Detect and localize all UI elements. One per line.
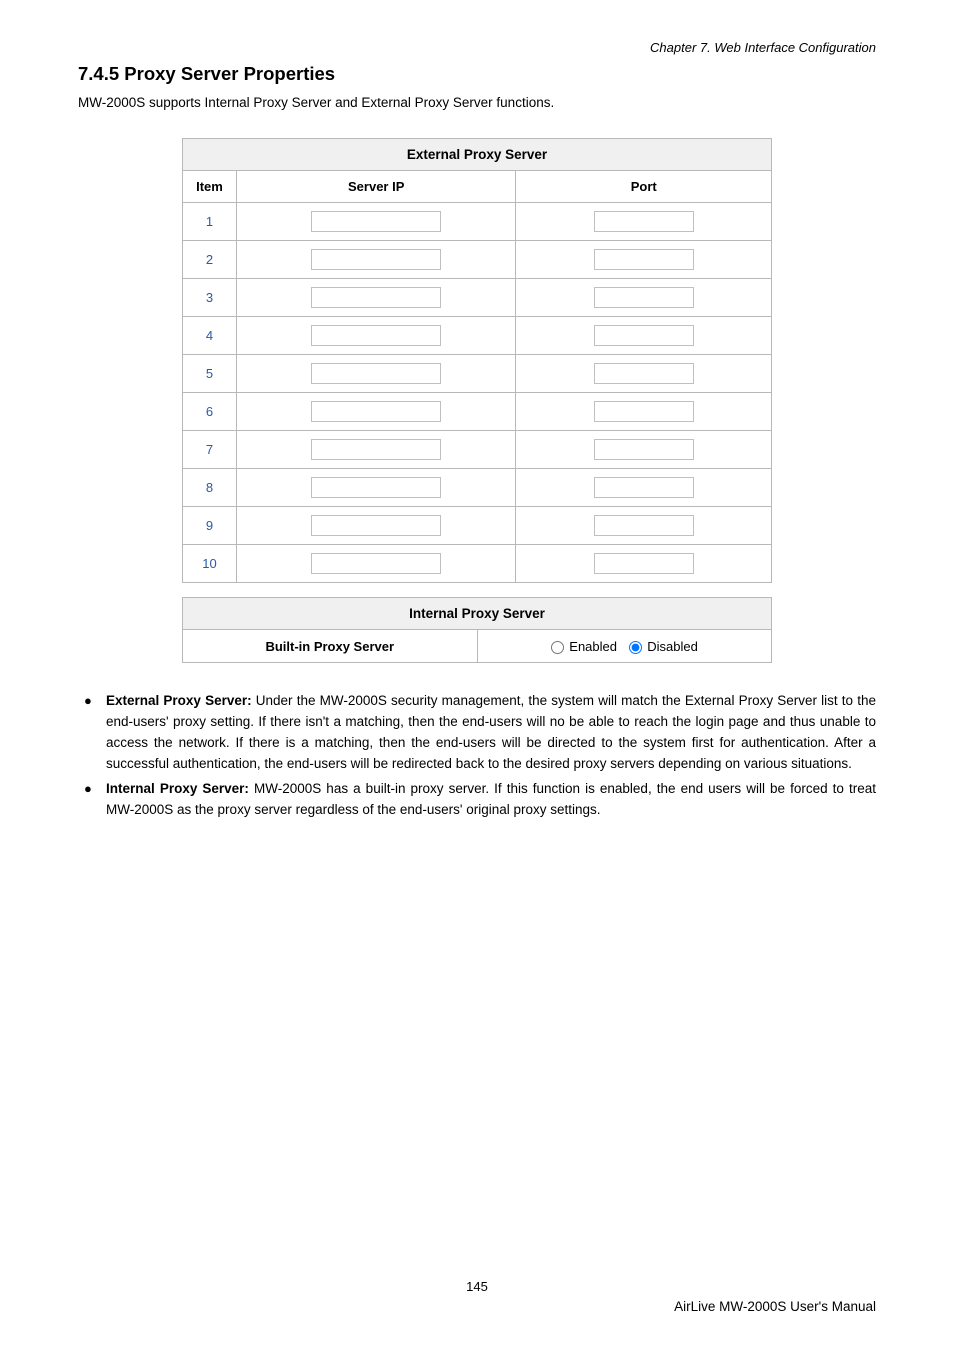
server-ip-input[interactable] [311,211,441,232]
page-number: 145 [0,1279,954,1294]
item-number: 2 [183,241,237,279]
port-input[interactable] [594,287,694,308]
enabled-radio-label[interactable]: Enabled [551,639,617,654]
external-proxy-title: External Proxy Server [183,139,772,171]
disabled-radio[interactable] [629,641,642,654]
col-port-header: Port [516,171,772,203]
item-number: 7 [183,431,237,469]
table-row: 8 [183,469,772,507]
port-input[interactable] [594,325,694,346]
port-input[interactable] [594,553,694,574]
table-row: 9 [183,507,772,545]
server-ip-input[interactable] [311,249,441,270]
item-number: 8 [183,469,237,507]
disabled-radio-label[interactable]: Disabled [629,639,698,654]
server-ip-input[interactable] [311,439,441,460]
table-row: 6 [183,393,772,431]
table-row: 4 [183,317,772,355]
list-item: ● Internal Proxy Server: MW-2000S has a … [78,779,876,821]
section-title: 7.4.5 Proxy Server Properties [78,63,876,85]
builtin-proxy-label: Built-in Proxy Server [183,630,478,663]
col-item-header: Item [183,171,237,203]
port-input[interactable] [594,401,694,422]
enabled-radio[interactable] [551,641,564,654]
bullet-icon: ● [84,691,92,711]
bullet-list: ● External Proxy Server: Under the MW-20… [78,691,876,821]
item-number: 4 [183,317,237,355]
item-number: 6 [183,393,237,431]
chapter-header: Chapter 7. Web Interface Configuration [78,40,876,55]
disabled-text: Disabled [647,639,698,654]
footer-right: AirLive MW-2000S User's Manual [674,1299,876,1314]
server-ip-input[interactable] [311,401,441,422]
internal-proxy-table: Internal Proxy Server Built-in Proxy Ser… [182,597,772,663]
port-input[interactable] [594,249,694,270]
list-item: ● External Proxy Server: Under the MW-20… [78,691,876,775]
table-row: 5 [183,355,772,393]
item-number: 5 [183,355,237,393]
bullet-icon: ● [84,779,92,799]
table-row: 2 [183,241,772,279]
port-input[interactable] [594,515,694,536]
port-input[interactable] [594,477,694,498]
table-row: 10 [183,545,772,583]
external-proxy-table: External Proxy Server Item Server IP Por… [182,138,772,583]
tables-wrapper: External Proxy Server Item Server IP Por… [182,138,772,663]
item-number: 10 [183,545,237,583]
port-input[interactable] [594,363,694,384]
server-ip-input[interactable] [311,363,441,384]
intro-text: MW-2000S supports Internal Proxy Server … [78,95,876,110]
bullet-strong: External Proxy Server: [106,693,252,708]
port-input[interactable] [594,211,694,232]
enabled-text: Enabled [569,639,617,654]
table-row: 3 [183,279,772,317]
item-number: 9 [183,507,237,545]
server-ip-input[interactable] [311,325,441,346]
item-number: 1 [183,203,237,241]
port-input[interactable] [594,439,694,460]
server-ip-input[interactable] [311,515,441,536]
bullet-strong: Internal Proxy Server: [106,781,249,796]
table-row: 7 [183,431,772,469]
server-ip-input[interactable] [311,477,441,498]
item-number: 3 [183,279,237,317]
server-ip-input[interactable] [311,287,441,308]
builtin-proxy-radio-group: Enabled Disabled [477,630,772,663]
internal-proxy-title: Internal Proxy Server [183,598,772,630]
table-row: 1 [183,203,772,241]
server-ip-input[interactable] [311,553,441,574]
col-ip-header: Server IP [236,171,516,203]
